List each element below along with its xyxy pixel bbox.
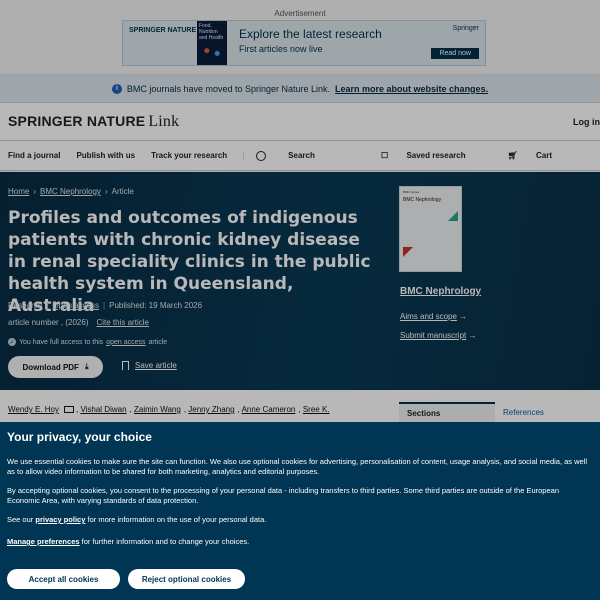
privacy-prefix: See our — [7, 515, 34, 524]
cookie-buttons: Accept all cookies Reject optional cooki… — [7, 569, 245, 589]
cookie-paragraph-consent: By accepting optional cookies, you conse… — [7, 486, 559, 505]
cookie-title: Your privacy, your choice — [7, 430, 152, 444]
manage-preferences-link[interactable]: Manage preferences — [7, 537, 80, 546]
manage-suffix: for further information and to change yo… — [81, 537, 250, 546]
cookie-paragraph-essential: We use essential cookies to make sure th… — [7, 457, 588, 476]
privacy-suffix: for more information on the use of your … — [87, 515, 267, 524]
cookie-consent-dialog: Your privacy, your choice We use essenti… — [0, 422, 600, 600]
cookie-paragraph-privacy: See our privacy policy for more informat… — [7, 515, 593, 525]
privacy-policy-link[interactable]: privacy policy — [35, 515, 85, 524]
cookie-paragraph-manage: Manage preferences for further informati… — [7, 537, 593, 547]
accept-all-cookies-button[interactable]: Accept all cookies — [7, 569, 120, 589]
article-page: Advertisement SPRINGER NATURE Food, Nutr… — [0, 0, 600, 600]
reject-optional-cookies-button[interactable]: Reject optional cookies — [128, 569, 245, 589]
